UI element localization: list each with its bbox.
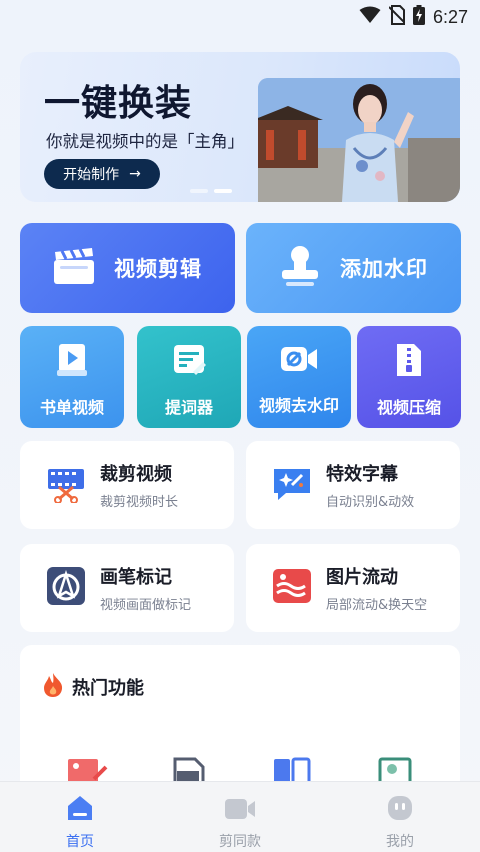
effect-subtitle-subtitle: 自动识别&动效 xyxy=(326,495,415,510)
nav-profile[interactable]: 我的 xyxy=(360,794,440,851)
teleprompter-label: 提词器 xyxy=(164,398,213,417)
brush-mark-subtitle: 视频画面做标记 xyxy=(100,598,192,613)
pen-nib-icon xyxy=(46,566,86,610)
video-camera-icon xyxy=(223,794,257,826)
nav-profile-label: 我的 xyxy=(386,834,414,850)
image-flow-card[interactable]: 图片流动 局部流动&换天空 xyxy=(246,544,460,632)
remove-watermark-label: 视频去水印 xyxy=(258,396,339,415)
add-watermark-button[interactable]: 添加水印 xyxy=(246,223,461,313)
banner-title: 一键换装 xyxy=(44,83,193,124)
stamp-icon xyxy=(278,245,322,291)
zip-file-icon xyxy=(394,342,424,382)
add-watermark-label: 添加水印 xyxy=(340,257,428,281)
effect-subtitle-card[interactable]: 特效字幕 自动识别&动效 xyxy=(246,441,460,529)
brush-mark-title: 画笔标记 xyxy=(100,567,172,588)
pagination-dot-active xyxy=(214,189,232,193)
promo-banner[interactable]: 一键换装 你就是视频中的是「主角」 开始制作 → xyxy=(20,52,460,202)
battery-charging-icon xyxy=(412,5,425,29)
video-edit-button[interactable]: 视频剪辑 xyxy=(20,223,235,313)
nav-home-label: 首页 xyxy=(66,834,94,850)
video-edit-label: 视频剪辑 xyxy=(114,257,202,281)
bottom-nav: 首页 剪同款 我的 xyxy=(0,781,480,852)
book-play-icon xyxy=(55,342,89,382)
nav-template[interactable]: 剪同款 xyxy=(200,794,280,851)
teleprompter-tile[interactable]: 提词器 xyxy=(137,326,241,428)
start-create-button[interactable]: 开始制作 → xyxy=(44,159,160,189)
crop-video-subtitle: 裁剪视频时长 xyxy=(100,495,179,510)
book-video-label: 书单视频 xyxy=(39,398,104,417)
home-icon xyxy=(65,794,95,826)
start-create-label: 开始制作 xyxy=(63,167,120,183)
no-sim-icon xyxy=(388,5,406,29)
video-compress-tile[interactable]: 视频压缩 xyxy=(357,326,461,428)
clapperboard-icon xyxy=(52,246,96,290)
hot-features-title: 热门功能 xyxy=(72,678,144,699)
status-time: 6:27 xyxy=(432,6,468,27)
crop-video-title: 裁剪视频 xyxy=(100,464,172,485)
remove-watermark-tile[interactable]: 视频去水印 xyxy=(247,326,351,428)
banner-pagination xyxy=(190,189,232,193)
video-compress-label: 视频压缩 xyxy=(376,398,441,417)
status-icons: 6:27 xyxy=(359,5,468,29)
wifi-icon xyxy=(359,6,381,28)
image-flow-title: 图片流动 xyxy=(326,567,398,588)
status-bar: 6:27 xyxy=(0,0,480,34)
effect-subtitle-title: 特效字幕 xyxy=(326,464,398,485)
nav-home[interactable]: 首页 xyxy=(40,794,120,851)
film-scissors-icon xyxy=(46,463,86,507)
crop-video-card[interactable]: 裁剪视频 裁剪视频时长 xyxy=(20,441,234,529)
wave-image-icon xyxy=(272,566,312,610)
brush-mark-card[interactable]: 画笔标记 视频画面做标记 xyxy=(20,544,234,632)
image-flow-subtitle: 局部流动&换天空 xyxy=(326,598,428,613)
nav-template-label: 剪同款 xyxy=(219,834,261,850)
flame-icon xyxy=(42,672,64,702)
arrow-right-icon: → xyxy=(129,166,141,182)
book-video-tile[interactable]: 书单视频 xyxy=(20,326,124,428)
pagination-dot xyxy=(190,189,208,193)
sparkle-chat-icon xyxy=(272,463,312,507)
banner-subtitle: 你就是视频中的是「主角」 xyxy=(46,132,244,151)
hot-features-header: 热门功能 xyxy=(42,672,144,702)
profile-face-icon xyxy=(386,794,414,826)
video-unlink-icon xyxy=(279,342,319,380)
teleprompter-icon xyxy=(171,342,207,382)
banner-photo xyxy=(258,78,460,202)
